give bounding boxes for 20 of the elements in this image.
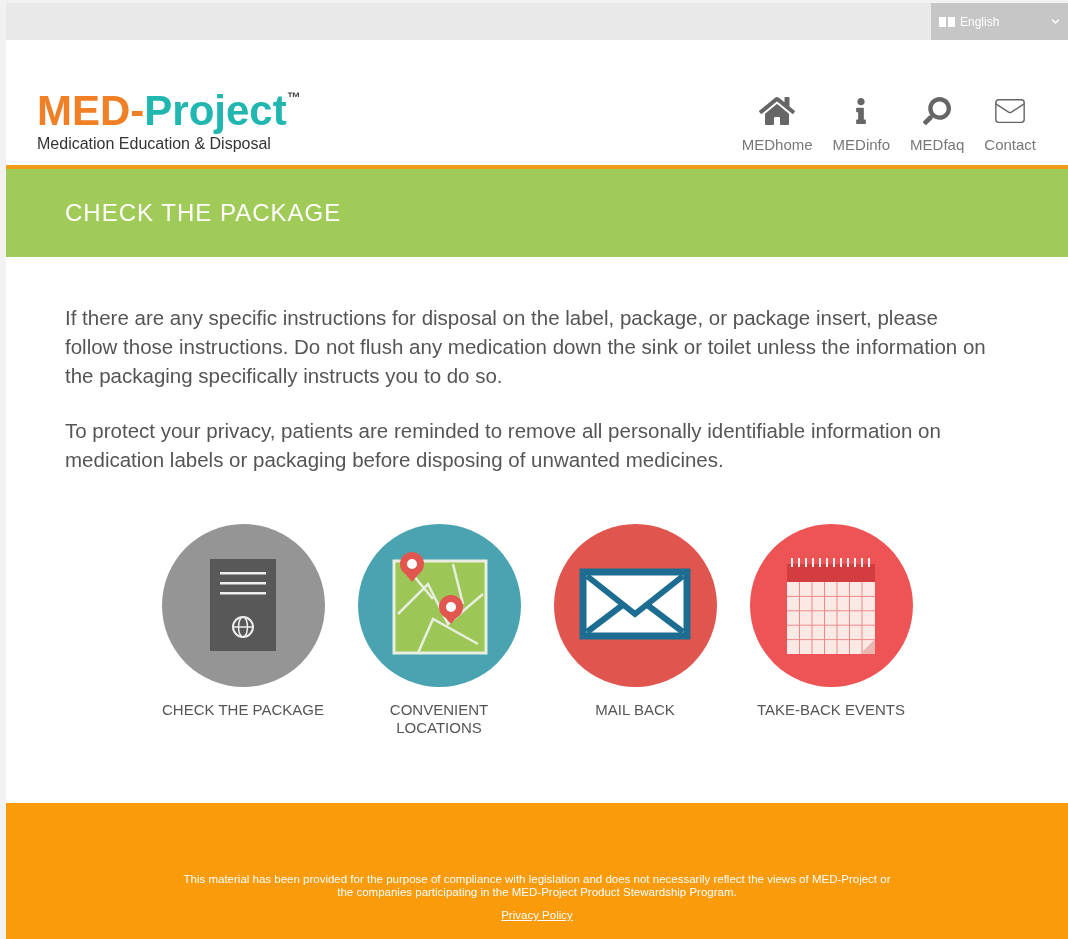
tile-link[interactable]: CHECK THE PACKAGE: [155, 701, 331, 719]
translate-icon: [939, 16, 955, 27]
disclaimer-text: This material has been provided for the purpose of compliance with legislation and does not necessarily reflect the views of MED-Project or the companies participating in the MED-Project Product Stewardship Program.: [182, 873, 892, 899]
logo-text: MED-: [37, 89, 145, 133]
logo-tagline: Medication Education & Disposal: [37, 135, 272, 153]
nav-link[interactable]: MEDinfo: [832, 94, 891, 153]
trademark-mark: ™: [286, 89, 301, 105]
home-icon: [759, 94, 796, 128]
nav-link[interactable]: MEDfaq: [910, 94, 965, 153]
page-title: CHECK THE PACKAGE: [65, 199, 342, 227]
body-paragraph: If there are any specific instructions for disposal on the label, package, or package insert, please follow those instructions. Do not flush any medication down the sink or toilet unless the information on the packaging specifically instructs you to do so.: [65, 305, 987, 389]
logo-text: Project: [144, 89, 287, 133]
search-icon: [923, 94, 952, 128]
tile-link[interactable]: CONVENIENT LOCATIONS: [351, 701, 527, 737]
tile-link[interactable]: TAKE-BACK EVENTS: [743, 701, 919, 719]
nav-link[interactable]: MEDhome: [741, 94, 813, 153]
chevron-down-icon: [1051, 17, 1060, 26]
body-paragraph: To protect your privacy, patients are reminded to remove all personally identifiable information on medication labels or packaging before disposing of unwanted medicines.: [65, 418, 942, 473]
tile-link[interactable]: MAIL BACK: [547, 701, 723, 719]
nav-link[interactable]: Contact: [984, 94, 1036, 153]
